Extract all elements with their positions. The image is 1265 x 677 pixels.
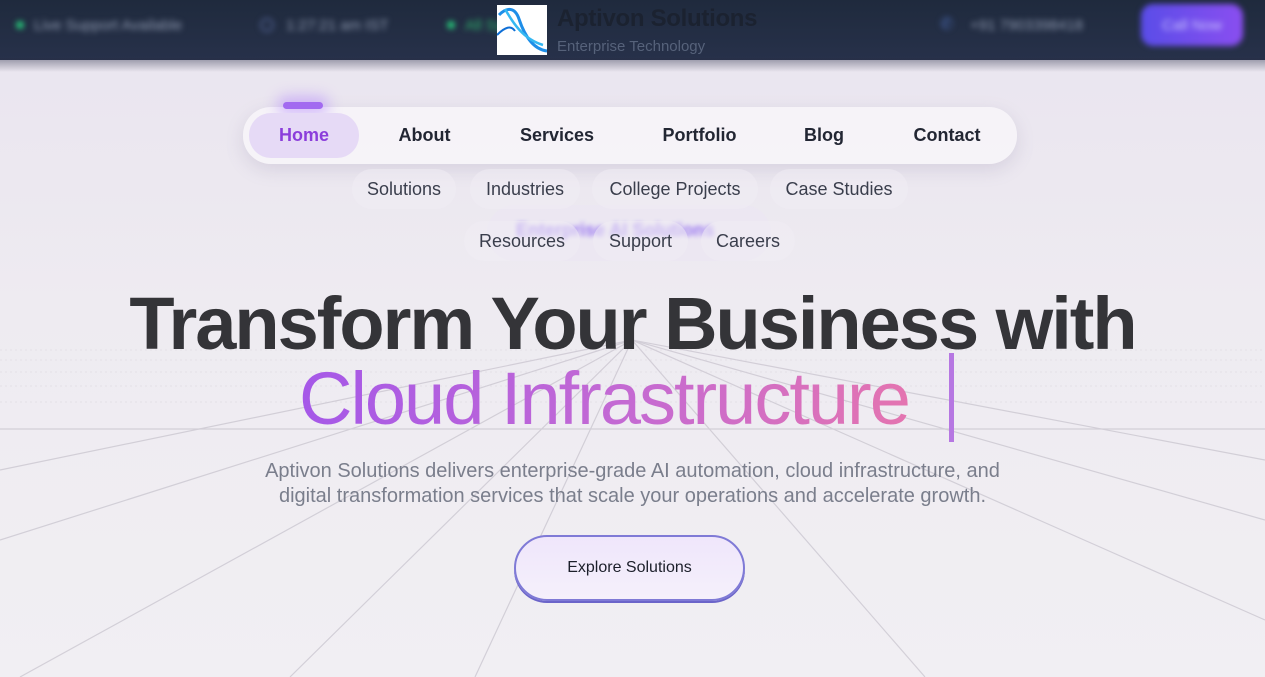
- nav-portfolio[interactable]: Portfolio: [645, 113, 754, 158]
- hero-description-line1: Aptivon Solutions delivers enterprise-gr…: [265, 460, 1000, 482]
- nav-services[interactable]: Services: [500, 113, 614, 158]
- subnav-resources[interactable]: Resources: [464, 221, 580, 261]
- top-bar-shadow: [0, 58, 1265, 72]
- explore-solutions-label: Explore Solutions: [567, 559, 692, 576]
- clock-icon: [260, 18, 274, 32]
- nav-home[interactable]: Home: [249, 113, 359, 158]
- active-indicator: [283, 102, 323, 109]
- phone-icon: ✆: [940, 16, 954, 33]
- typing-caret: [949, 353, 954, 442]
- explore-solutions-button[interactable]: Explore Solutions: [514, 535, 745, 601]
- subnav-support[interactable]: Support: [593, 221, 688, 261]
- brand-logo[interactable]: [497, 5, 547, 55]
- hero-title-line2: Cloud Infrastructure: [299, 357, 911, 440]
- nav-blog[interactable]: Blog: [790, 113, 858, 158]
- hero-description: Aptivon Solutions delivers enterprise-gr…: [0, 459, 1265, 509]
- brand-tagline: Enterprise Technology: [557, 38, 706, 55]
- live-support-status: Live Support Available: [16, 14, 182, 36]
- hero-description-line2: digital transformation services that sca…: [278, 485, 987, 507]
- subnav-case-studies[interactable]: Case Studies: [770, 169, 908, 209]
- call-now-button[interactable]: Call Now: [1141, 4, 1243, 46]
- brand-name[interactable]: Aptivon Solutions: [557, 5, 758, 33]
- subnav-college-projects[interactable]: College Projects: [592, 169, 758, 209]
- online-dot-icon: [16, 21, 24, 29]
- subnav-solutions[interactable]: Solutions: [352, 169, 456, 209]
- status-dot-icon: [447, 21, 455, 29]
- current-time: 1:27:21 am IST: [260, 14, 389, 36]
- subnav-careers[interactable]: Careers: [701, 221, 795, 261]
- subnav-industries[interactable]: Industries: [470, 169, 580, 209]
- phone-link[interactable]: ✆ +91 7903398418: [940, 14, 1083, 36]
- nav-about[interactable]: About: [380, 113, 469, 158]
- nav-contact[interactable]: Contact: [895, 113, 999, 158]
- logo-swoosh-icon: [497, 8, 547, 53]
- hero-title-line1: Transform Your Business with: [129, 282, 1137, 365]
